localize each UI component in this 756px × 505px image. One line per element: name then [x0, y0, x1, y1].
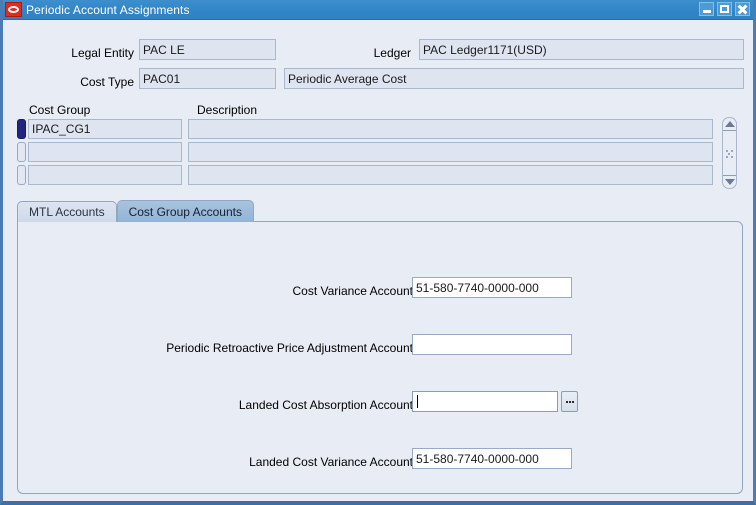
cost-variance-account-label: Cost Variance Account [292, 284, 413, 298]
record-indicator[interactable] [17, 119, 26, 139]
tab-cost-group-accounts[interactable]: Cost Group Accounts [116, 200, 254, 222]
scrollbar-track[interactable] [723, 130, 736, 176]
column-header-description: Description [197, 103, 258, 117]
cost-type-label: Cost Type [80, 75, 134, 89]
minimize-button[interactable] [699, 2, 714, 16]
table-row-description-cell[interactable] [188, 119, 713, 139]
close-icon [737, 4, 748, 15]
legal-entity-label: Legal Entity [71, 46, 134, 60]
window-title: Periodic Account Assignments [26, 2, 190, 17]
column-header-cost-group: Cost Group [29, 103, 91, 117]
cost-group-scrollbar[interactable] [722, 117, 737, 189]
maximize-icon [720, 5, 729, 13]
title-bar[interactable]: Periodic Account Assignments [3, 0, 753, 20]
table-row-cost-group-cell[interactable] [28, 165, 182, 185]
chevron-up-icon [724, 121, 735, 127]
scrollbar-thumb[interactable] [725, 149, 734, 158]
landed-cost-absorption-account-field[interactable] [412, 391, 558, 412]
table-row-description-cell[interactable] [188, 142, 713, 162]
record-indicator[interactable] [17, 165, 26, 185]
ledger-label: Ledger [373, 46, 411, 60]
cost-type-description-field[interactable]: Periodic Average Cost [284, 68, 744, 89]
tab-strip: MTL Accounts Cost Group Accounts [17, 200, 254, 222]
landed-cost-variance-account-field[interactable]: 51-580-7740-0000-000 [412, 448, 572, 469]
chevron-down-icon [724, 179, 735, 185]
minimize-icon [702, 10, 711, 13]
tab-panel-cost-group-accounts: Cost Variance Account 51-580-7740-0000-0… [17, 221, 743, 494]
text-caret [417, 395, 418, 408]
scroll-down-button[interactable] [723, 176, 736, 188]
window-controls [699, 2, 750, 16]
table-row-cost-group-cell[interactable] [28, 142, 182, 162]
cost-type-field[interactable]: PAC01 [139, 68, 276, 89]
record-indicator[interactable] [17, 142, 26, 162]
table-row-cost-group-cell[interactable]: IPAC_CG1 [28, 119, 182, 139]
periodic-retroactive-price-adjustment-account-field[interactable] [412, 334, 572, 355]
close-button[interactable] [735, 2, 750, 16]
cost-variance-account-field[interactable]: 51-580-7740-0000-000 [412, 277, 572, 298]
oracle-logo-icon [5, 2, 22, 17]
table-row-description-cell[interactable] [188, 165, 713, 185]
landed-cost-variance-account-label: Landed Cost Variance Account [249, 455, 413, 469]
legal-entity-field[interactable]: PAC LE [139, 39, 276, 60]
tab-mtl-accounts[interactable]: MTL Accounts [17, 201, 117, 222]
ellipsis-lov-icon[interactable] [561, 391, 578, 412]
maximize-button[interactable] [717, 2, 732, 16]
application-window: Periodic Account Assignments Legal Entit… [0, 0, 756, 505]
scroll-up-button[interactable] [723, 118, 736, 130]
ledger-field[interactable]: PAC Ledger1171(USD) [419, 39, 744, 60]
landed-cost-absorption-account-label: Landed Cost Absorption Account [238, 398, 413, 412]
periodic-retroactive-price-adjustment-account-label: Periodic Retroactive Price Adjustment Ac… [166, 341, 413, 355]
